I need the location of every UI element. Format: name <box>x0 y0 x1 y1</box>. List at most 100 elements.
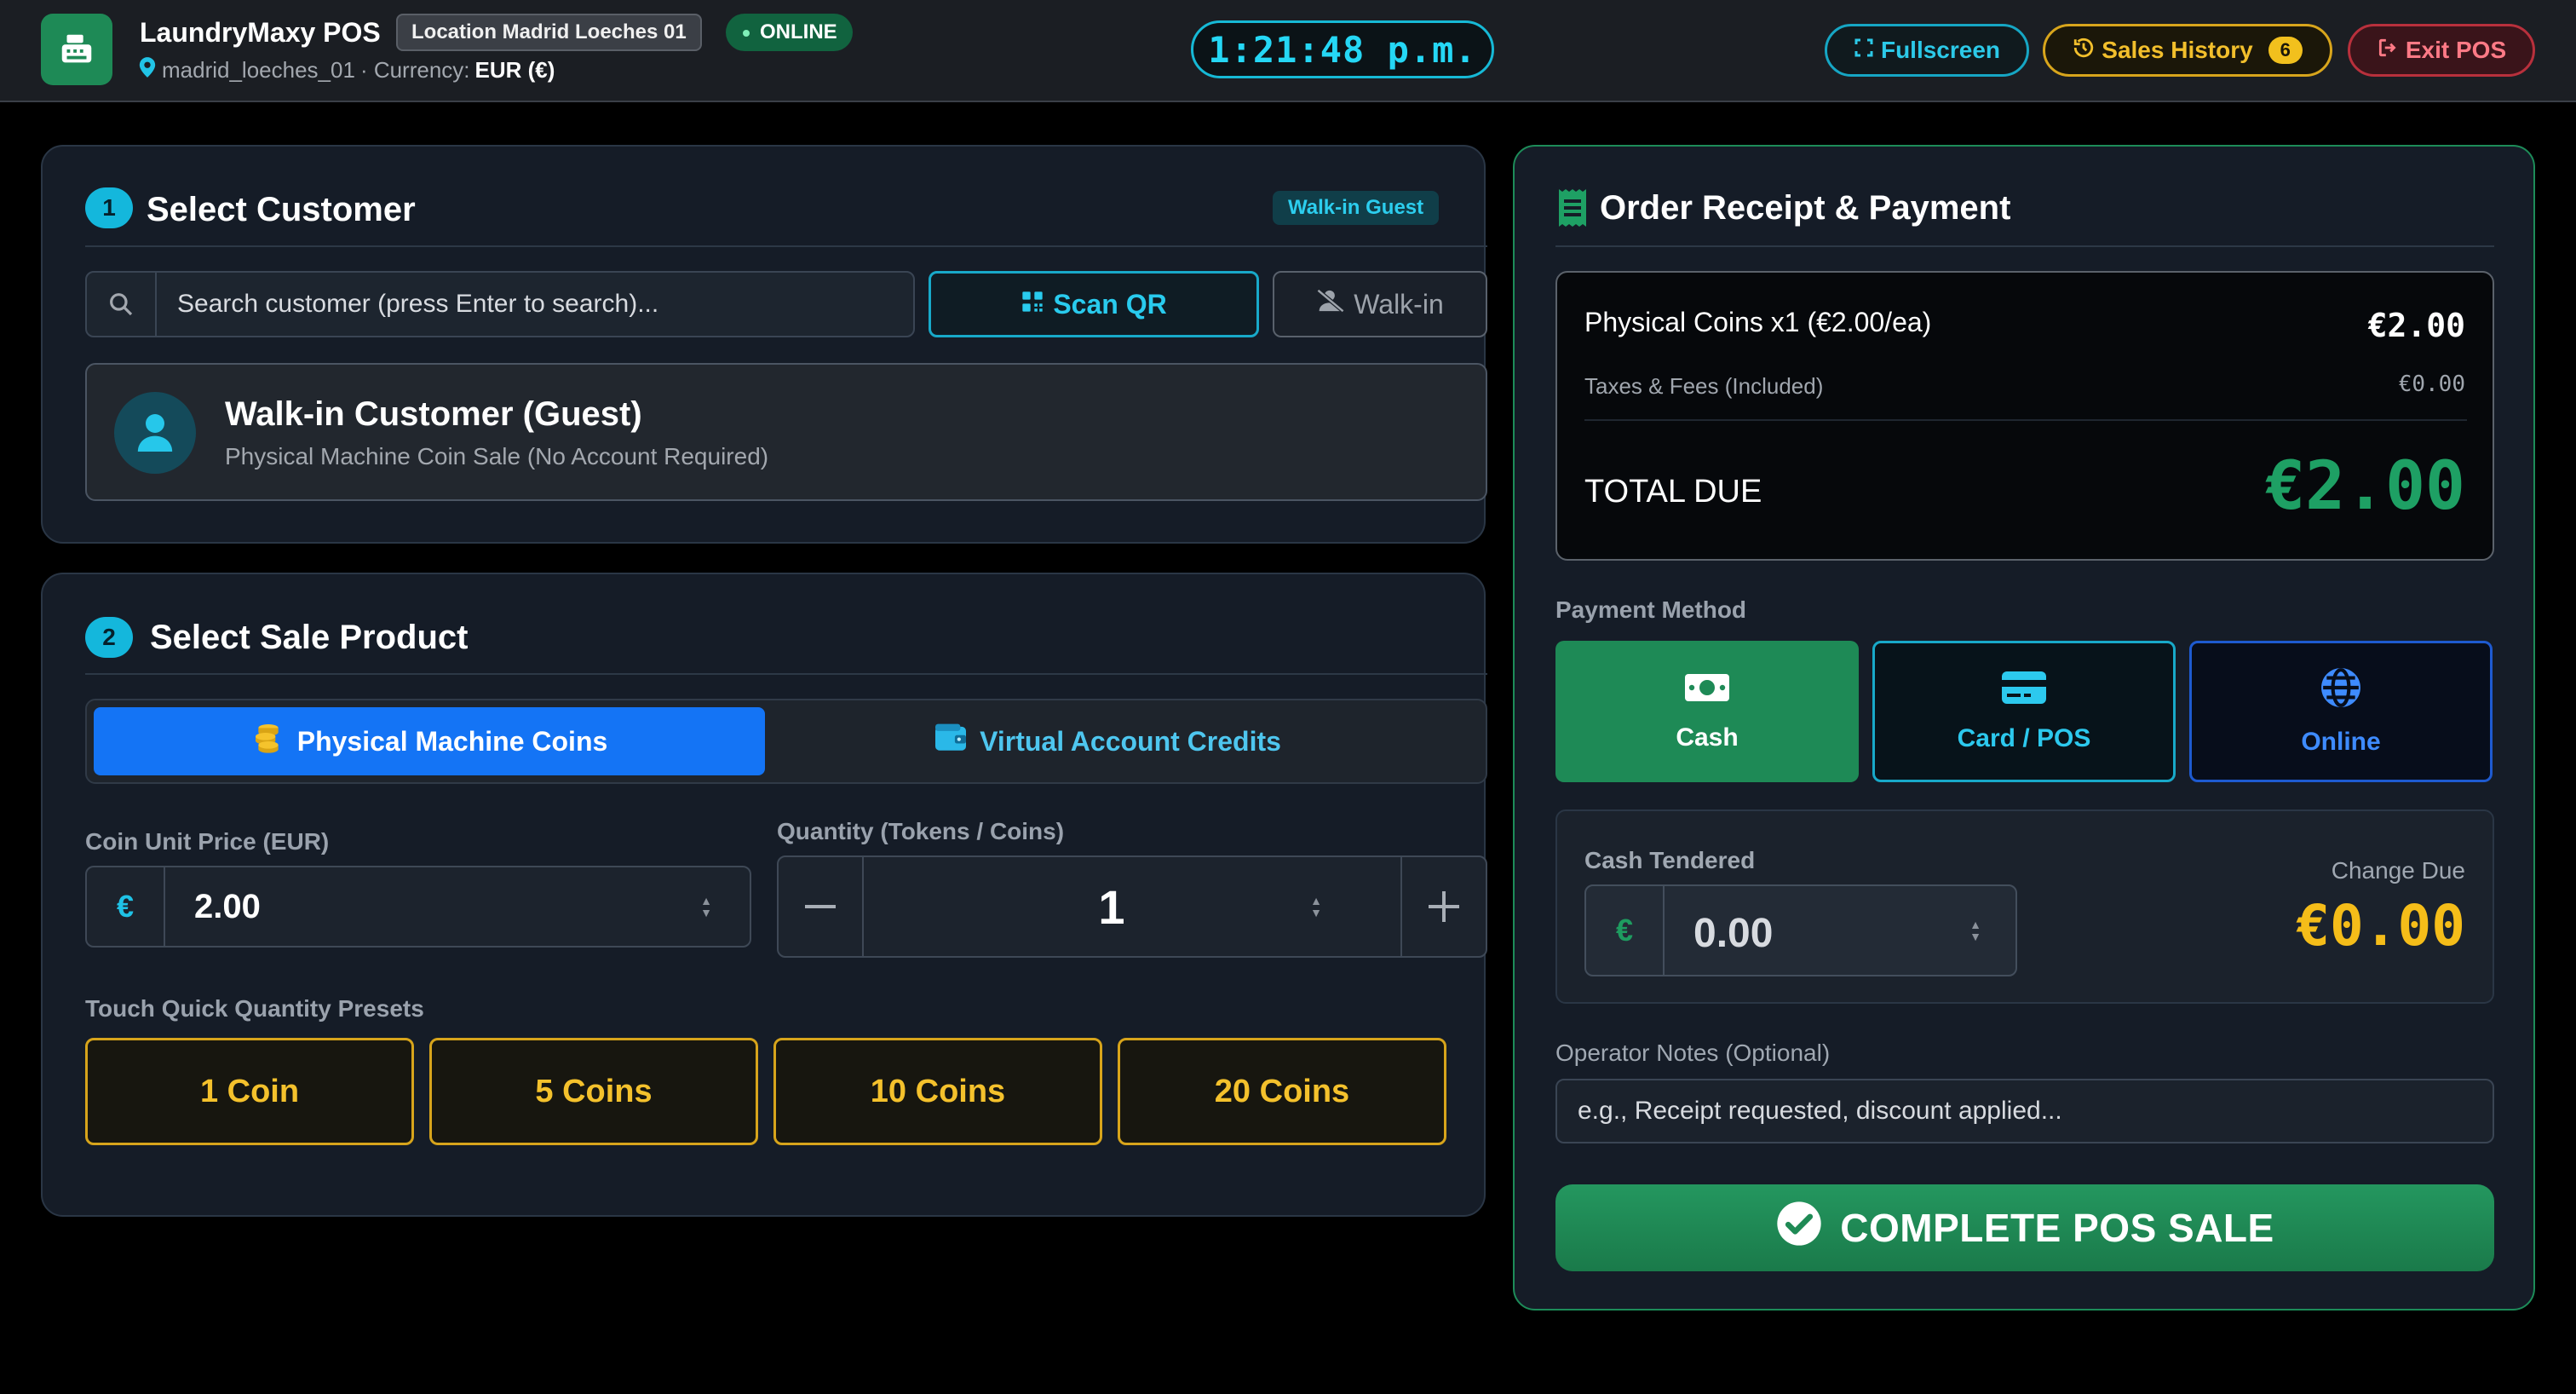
user-slash-icon <box>1316 288 1345 320</box>
top-bar: LaundryMaxy POS Location Madrid Loeches … <box>0 0 2576 102</box>
receipt-summary: Physical Coins x1 (€2.00/ea) €2.00 Taxes… <box>1555 271 2494 561</box>
tab-label: Virtual Account Credits <box>980 725 1281 757</box>
minus-icon <box>805 905 836 908</box>
cash-register-icon <box>41 14 112 85</box>
cash-tendered-label: Cash Tendered <box>1584 847 1756 873</box>
plus-icon <box>1429 891 1459 922</box>
quantity-value[interactable]: 1 <box>865 857 1358 956</box>
status-badge: ONLINE <box>726 14 853 51</box>
stepper-arrows-icon[interactable]: ▲ ▼ <box>697 891 716 922</box>
tax-amount: €0.00 <box>2398 372 2465 397</box>
divider <box>85 673 1487 675</box>
walk-in-button[interactable]: Walk-in <box>1273 271 1487 337</box>
check-circle-icon <box>1775 1200 1823 1257</box>
sales-history-count: 6 <box>2268 37 2303 64</box>
currency-value: EUR (€) <box>474 57 555 83</box>
tax-label: Taxes & Fees (Included) <box>1584 373 1824 399</box>
payment-cash-button[interactable]: Cash <box>1555 641 1859 782</box>
cash-tendered-value: 0.00 <box>1693 911 1774 956</box>
quantity-label: Quantity (Tokens / Coins) <box>777 818 1065 844</box>
walk-in-label: Walk-in <box>1354 288 1444 320</box>
receipt-panel: Order Receipt & Payment Physical Coins x… <box>1513 145 2535 1310</box>
quantity-stepper: 1 ▲ ▼ <box>777 855 1487 958</box>
fullscreen-label: Fullscreen <box>1880 37 2001 63</box>
sales-history-button[interactable]: Sales History 6 <box>2043 24 2332 77</box>
cash-tendered-card: Cash Tendered € 0.00 ▲ ▼ Change Due €0.00 <box>1555 809 2494 1004</box>
stepper-arrows-icon[interactable]: ▲ ▼ <box>1966 915 1985 946</box>
step-number: 1 <box>85 187 133 228</box>
tab-virtual-credits[interactable]: Virtual Account Credits <box>772 707 1443 775</box>
price-label: Coin Unit Price (EUR) <box>85 828 330 855</box>
total-label: TOTAL DUE <box>1584 474 1762 510</box>
tab-physical-coins[interactable]: Physical Machine Coins <box>94 707 765 775</box>
stepper-arrows-icon[interactable]: ▲ ▼ <box>1307 891 1325 922</box>
total-amount: €2.00 <box>2265 448 2465 525</box>
payment-label: Cash <box>1676 723 1739 752</box>
unit-price-field[interactable]: € 2.00 ▲ ▼ <box>85 866 751 948</box>
operator-notes-label: Operator Notes (Optional) <box>1555 1040 1831 1066</box>
map-pin-icon <box>138 56 157 84</box>
cash-tendered-field[interactable]: € 0.00 ▲ ▼ <box>1584 884 2017 976</box>
sales-history-label: Sales History <box>2102 37 2253 63</box>
location-line: madrid_loeches_01 · Currency: EUR (€) <box>138 56 555 84</box>
preset-1-coin[interactable]: 1 Coin <box>85 1038 414 1145</box>
divider <box>1555 245 2494 247</box>
payment-method-label: Payment Method <box>1555 596 1747 623</box>
minus-button[interactable] <box>779 857 864 956</box>
panel-title: Order Receipt & Payment <box>1600 189 2011 227</box>
history-icon <box>2073 37 2095 65</box>
qr-code-icon <box>1021 289 1044 320</box>
logout-icon <box>2377 37 2399 65</box>
complete-sale-button[interactable]: COMPLETE POS SALE <box>1555 1184 2494 1271</box>
change-due-value: €0.00 <box>2296 893 2465 959</box>
customer-search-input[interactable] <box>158 273 908 336</box>
divider <box>1584 419 2467 421</box>
scan-qr-button[interactable]: Scan QR <box>929 271 1259 337</box>
tab-label: Physical Machine Coins <box>296 725 608 757</box>
currency-label: · Currency: <box>359 57 470 83</box>
customer-subtitle: Physical Machine Coin Sale (No Account R… <box>225 443 769 469</box>
payment-online-button[interactable]: Online <box>2189 641 2493 782</box>
presets-label: Touch Quick Quantity Presets <box>85 995 424 1022</box>
search-icon <box>87 273 157 336</box>
euro-prefix: € <box>87 867 165 946</box>
exit-pos-button[interactable]: Exit POS <box>2348 24 2535 77</box>
plus-button[interactable] <box>1400 857 1486 956</box>
selected-customer-card: Walk-in Customer (Guest) Physical Machin… <box>85 363 1487 501</box>
operator-notes-input[interactable] <box>1555 1079 2494 1143</box>
fullscreen-button[interactable]: Fullscreen <box>1825 24 2029 77</box>
coins-icon <box>251 721 285 762</box>
payment-label: Card / POS <box>1957 724 2091 752</box>
clock: 1:21:48 p.m. <box>1191 20 1494 78</box>
panel-title: Select Customer <box>147 191 416 228</box>
walk-in-guest-badge: Walk-in Guest <box>1273 191 1440 225</box>
globe-icon <box>2320 666 2362 716</box>
select-product-panel: 2 Select Sale Product Physical Machine C… <box>41 573 1487 1217</box>
customer-name: Walk-in Customer (Guest) <box>225 395 642 433</box>
cash-icon <box>1683 671 1731 711</box>
receipt-icon <box>1557 187 1588 233</box>
expand-icon <box>1854 37 1874 64</box>
payment-label: Online <box>2301 728 2381 756</box>
payment-card-button[interactable]: Card / POS <box>1872 641 2176 782</box>
line-item-amount: €2.00 <box>2367 307 2465 344</box>
panel-title: Select Sale Product <box>150 619 469 656</box>
euro-prefix: € <box>1586 886 1665 975</box>
line-item-label: Physical Coins x1 (€2.00/ea) <box>1584 307 1932 337</box>
unit-price-value: 2.00 <box>194 888 261 925</box>
preset-20-coins[interactable]: 20 Coins <box>1118 1038 1446 1145</box>
location-badge: Location Madrid Loeches 01 <box>396 14 702 51</box>
change-due-label: Change Due <box>2331 857 2465 884</box>
step-number: 2 <box>85 617 133 658</box>
select-customer-panel: 1 Select Customer Walk-in Guest Scan QR … <box>41 145 1487 544</box>
divider <box>85 245 1487 247</box>
scan-qr-label: Scan QR <box>1053 288 1167 320</box>
exit-label: Exit POS <box>2405 37 2507 63</box>
preset-10-coins[interactable]: 10 Coins <box>773 1038 1102 1145</box>
preset-5-coins[interactable]: 5 Coins <box>429 1038 758 1145</box>
avatar <box>114 392 196 474</box>
product-tabs: Physical Machine Coins Virtual Account C… <box>85 699 1487 784</box>
wallet-icon <box>934 723 968 760</box>
location-id: madrid_loeches_01 <box>162 57 355 83</box>
app-name: LaundryMaxy POS <box>140 17 381 48</box>
